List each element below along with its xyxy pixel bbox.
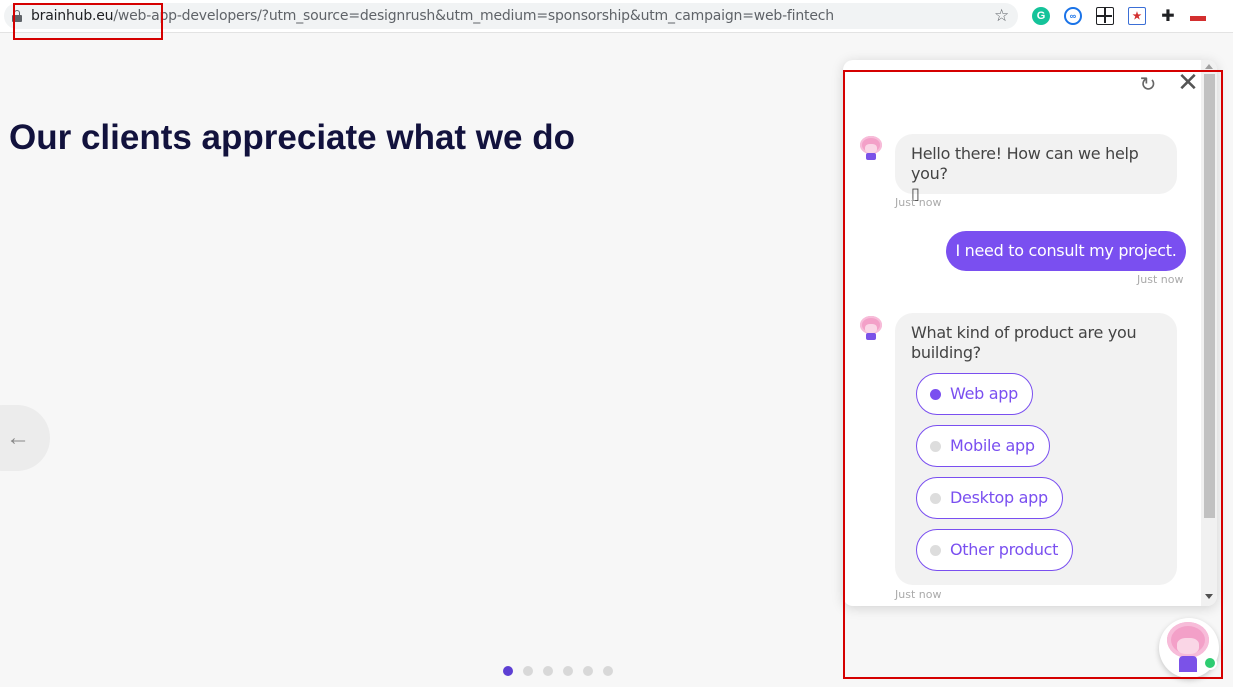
calendar-extension-icon[interactable]: ★ bbox=[1128, 7, 1146, 25]
scroll-thumb[interactable] bbox=[1204, 74, 1215, 518]
radio-icon bbox=[930, 441, 941, 452]
infinity-extension-icon[interactable]: ∞ bbox=[1064, 7, 1082, 25]
option-label: Web app bbox=[950, 384, 1018, 403]
page-title: Our clients appreciate what we do bbox=[9, 118, 575, 157]
close-icon[interactable]: ✕ bbox=[1177, 70, 1199, 96]
user-message: I need to consult my project. bbox=[946, 231, 1186, 271]
option-mobile-app[interactable]: Mobile app bbox=[916, 425, 1050, 467]
emoji-placeholder: ▯ bbox=[911, 184, 920, 203]
carousel-dot[interactable] bbox=[503, 666, 513, 676]
grid-extension-icon[interactable] bbox=[1096, 7, 1114, 25]
message-timestamp: Just now bbox=[895, 588, 942, 601]
puzzle-icon[interactable]: ✚ bbox=[1159, 7, 1177, 25]
browser-toolbar: brainhub.eu/web-app-developers/?utm_sour… bbox=[0, 0, 1233, 33]
carousel-dot[interactable] bbox=[583, 666, 593, 676]
carousel-dot[interactable] bbox=[603, 666, 613, 676]
bot-message: Hello there! How can we help you? ▯ bbox=[895, 134, 1177, 203]
carousel-dots bbox=[503, 666, 613, 676]
arrow-left-icon: ← bbox=[6, 424, 30, 451]
radio-selected-icon bbox=[930, 389, 941, 400]
scroll-up-icon[interactable] bbox=[1205, 64, 1213, 69]
flag-icon[interactable] bbox=[1190, 11, 1206, 21]
option-label: Other product bbox=[950, 540, 1059, 559]
bot-avatar bbox=[858, 316, 884, 342]
scroll-down-icon[interactable] bbox=[1205, 594, 1213, 599]
radio-icon bbox=[930, 545, 941, 556]
radio-icon bbox=[930, 493, 941, 504]
star-icon[interactable]: ☆ bbox=[994, 7, 1009, 25]
option-label: Desktop app bbox=[950, 488, 1048, 507]
url-path: /web-app-developers/?utm_source=designru… bbox=[113, 8, 834, 24]
grammarly-icon[interactable]: G bbox=[1032, 7, 1050, 25]
option-web-app[interactable]: Web app bbox=[916, 373, 1033, 415]
chat-messages[interactable]: ↻ ✕ Hello there! How can we help you? ▯ … bbox=[843, 60, 1201, 606]
bot-message-text: Hello there! How can we help you? bbox=[911, 144, 1139, 183]
option-desktop-app[interactable]: Desktop app bbox=[916, 477, 1063, 519]
bot-message-text: What kind of product are you building? bbox=[911, 323, 1137, 362]
carousel-dot[interactable] bbox=[543, 666, 553, 676]
chat-scrollbar[interactable] bbox=[1201, 60, 1217, 606]
bot-avatar bbox=[858, 136, 884, 162]
carousel-dot[interactable] bbox=[523, 666, 533, 676]
carousel-prev-button[interactable]: ← bbox=[0, 405, 50, 471]
carousel-dot[interactable] bbox=[563, 666, 573, 676]
option-other-product[interactable]: Other product bbox=[916, 529, 1074, 571]
online-status-icon bbox=[1203, 656, 1217, 670]
option-label: Mobile app bbox=[950, 436, 1035, 455]
chat-widget: ↻ ✕ Hello there! How can we help you? ▯ … bbox=[843, 60, 1217, 606]
message-timestamp: Just now bbox=[1137, 273, 1184, 286]
refresh-icon[interactable]: ↻ bbox=[1139, 74, 1157, 94]
message-timestamp: Just now bbox=[895, 196, 942, 209]
url-highlight-box bbox=[13, 3, 163, 40]
